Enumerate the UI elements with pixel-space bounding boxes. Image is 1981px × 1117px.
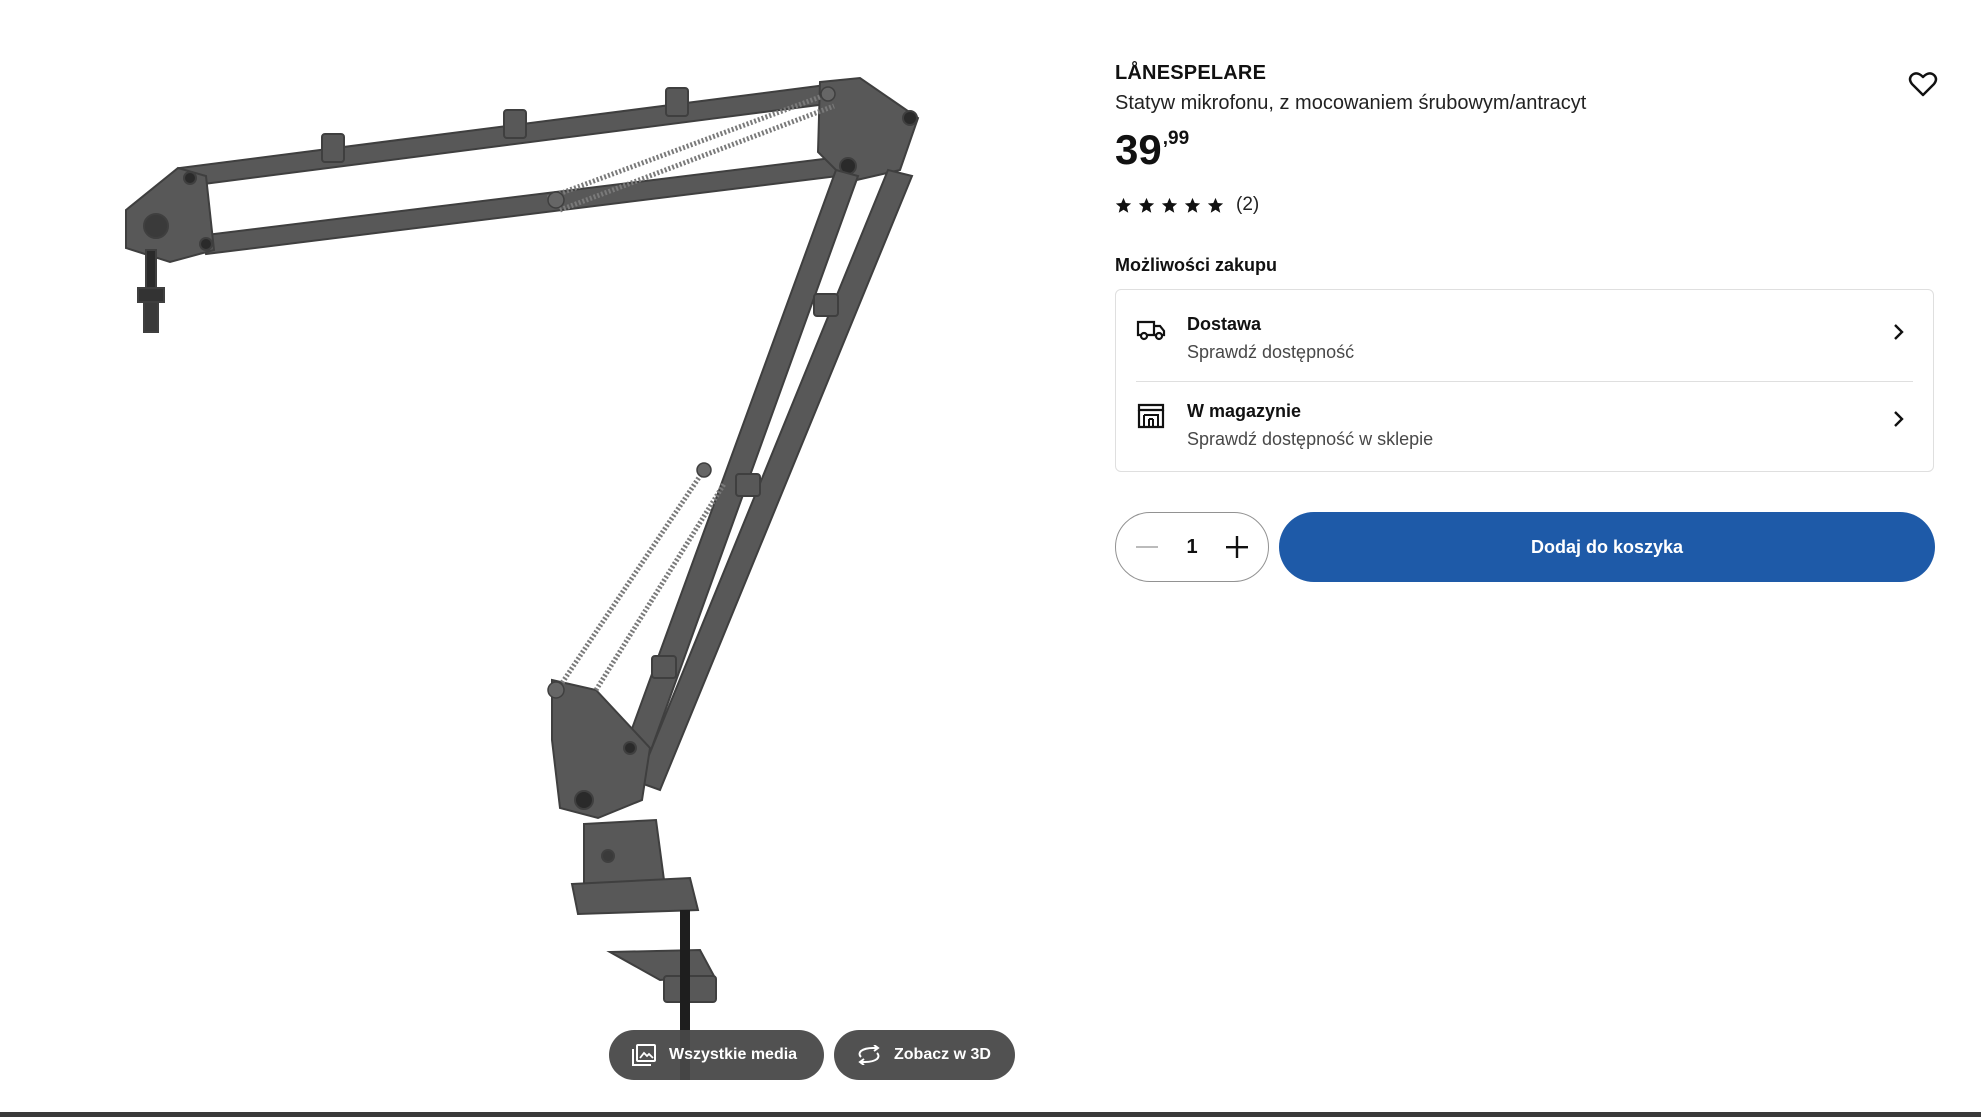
quantity-stepper: 1 — [1115, 512, 1269, 582]
store-subtitle: Sprawdź dostępność w sklepie — [1187, 429, 1434, 449]
store-title: W magazynie — [1187, 401, 1302, 421]
rotate-3d-icon — [858, 1045, 880, 1065]
star-icon — [1115, 197, 1132, 213]
delivery-subtitle: Sprawdź dostępność — [1187, 342, 1355, 362]
bottom-divider — [0, 1112, 1981, 1117]
truck-icon — [1136, 320, 1166, 341]
plus-icon — [1226, 536, 1248, 558]
purchase-options: Dostawa Sprawdź dostępność W magazynie S… — [1115, 289, 1934, 472]
rating-count: (2) — [1236, 194, 1260, 215]
star-icon — [1138, 197, 1155, 213]
store-icon — [1137, 403, 1165, 429]
delivery-option[interactable]: Dostawa Sprawdź dostępność — [1116, 290, 1933, 376]
product-rating[interactable]: (2) — [1115, 194, 1259, 216]
product-brand: LÅNESPELARE — [1115, 62, 1267, 84]
quantity-value[interactable]: 1 — [1172, 536, 1212, 559]
product-image[interactable] — [0, 0, 1080, 1110]
chevron-right-icon — [1894, 411, 1904, 427]
star-icon — [1207, 197, 1224, 213]
price-decimal: ,99 — [1162, 128, 1190, 149]
minus-icon — [1136, 546, 1158, 548]
star-icon — [1161, 197, 1178, 213]
delivery-title: Dostawa — [1187, 314, 1262, 334]
decrease-quantity-button[interactable] — [1132, 532, 1162, 562]
all-media-label: Wszystkie media — [669, 1046, 798, 1063]
rating-stars — [1115, 197, 1224, 214]
product-price: 39 ,99 — [1115, 124, 1189, 176]
store-option[interactable]: W magazynie Sprawdź dostępność w sklepie — [1116, 377, 1933, 463]
increase-quantity-button[interactable] — [1222, 532, 1252, 562]
price-integer: 39 — [1115, 126, 1162, 173]
product-gallery: Wszystkie media Zobacz w 3D — [0, 0, 1080, 1110]
all-media-button[interactable]: Wszystkie media — [609, 1030, 824, 1080]
chevron-right-icon — [1894, 324, 1904, 340]
star-icon — [1184, 197, 1201, 213]
heart-icon[interactable] — [1907, 68, 1939, 100]
add-to-cart-button[interactable]: Dodaj do koszyka — [1279, 512, 1935, 582]
view-3d-button[interactable]: Zobacz w 3D — [834, 1030, 1015, 1080]
gallery-icon — [632, 1044, 656, 1066]
purchase-options-title: Możliwości zakupu — [1115, 255, 1278, 275]
product-description: Statyw mikrofonu, z mocowaniem śrubowym/… — [1115, 92, 1587, 114]
view-3d-label: Zobacz w 3D — [894, 1046, 991, 1063]
